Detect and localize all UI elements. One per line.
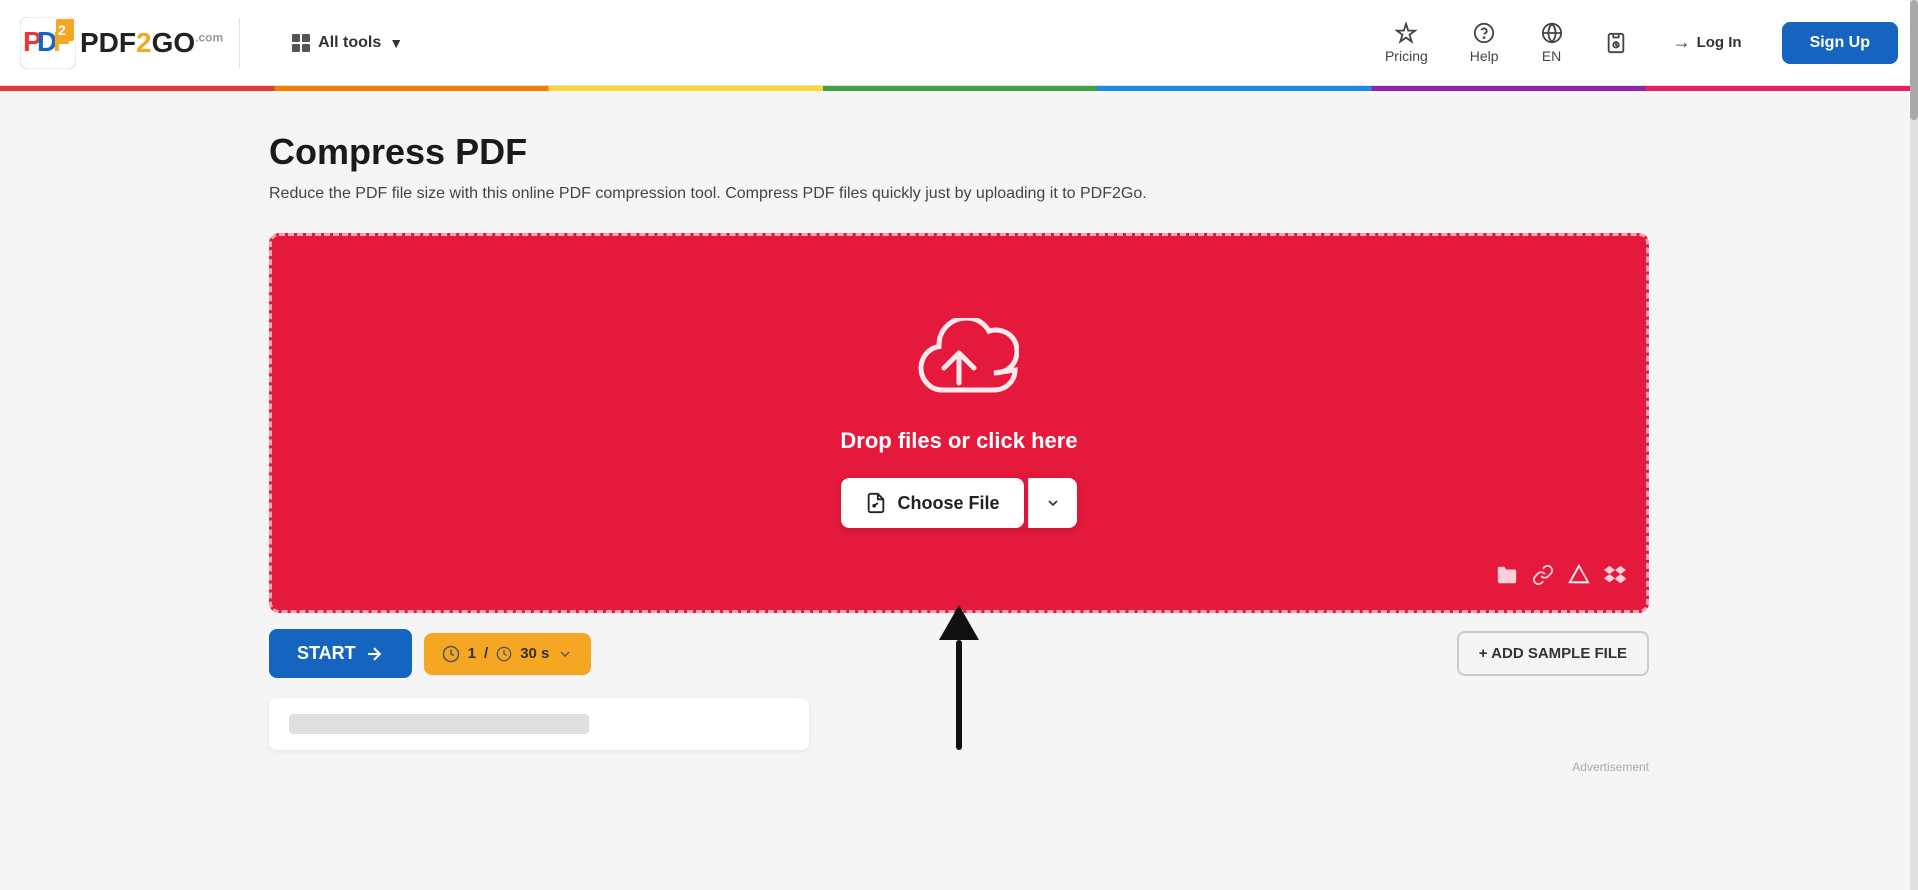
chevron-down-icon — [1045, 495, 1061, 511]
page-description: Reduce the PDF file size with this onlin… — [269, 185, 1169, 203]
dropbox-icon[interactable] — [1604, 564, 1626, 592]
choose-file-container[interactable]: Choose File — [841, 478, 1076, 528]
clock-icon — [496, 646, 512, 662]
pricing-icon — [1395, 22, 1417, 44]
help-nav[interactable]: Help — [1454, 14, 1515, 72]
scrollbar[interactable] — [1910, 0, 1918, 890]
start-label: START — [297, 643, 356, 664]
pages-count: 1 — [468, 645, 476, 662]
history-nav[interactable] — [1589, 24, 1643, 62]
folder-svg — [1496, 564, 1518, 586]
header-right: Pricing Help EN — [1369, 14, 1898, 72]
dropdown-icon — [557, 646, 573, 662]
drop-zone[interactable]: Drop files or click here Choose File — [269, 233, 1649, 613]
dropbox-svg — [1604, 564, 1626, 586]
link-icon[interactable] — [1532, 564, 1554, 592]
scrollbar-thumb[interactable] — [1910, 0, 1918, 120]
bottom-bar: START 1 / 30 s — [269, 629, 1649, 678]
log-in-label: Log In — [1697, 34, 1742, 51]
pricing-label: Pricing — [1385, 48, 1428, 64]
log-in-button[interactable]: → Log In — [1653, 22, 1762, 63]
sign-up-button[interactable]: Sign Up — [1782, 22, 1898, 64]
lower-content-placeholder — [289, 714, 589, 734]
logo[interactable]: P D F 2 PDF2GO.com — [20, 17, 223, 69]
header-divider — [239, 18, 240, 68]
link-svg — [1532, 564, 1554, 586]
separator: / — [484, 645, 488, 662]
page-title: Compress PDF — [269, 131, 1649, 173]
time-estimate: 30 s — [520, 645, 549, 662]
all-tools-button[interactable]: All tools ▼ — [276, 26, 419, 60]
logo-area: P D F 2 PDF2GO.com — [20, 17, 223, 69]
coin-icon — [442, 645, 460, 663]
advertisement-label: Advertisement — [269, 760, 1649, 774]
logo-icon: P D F 2 — [20, 17, 76, 69]
drop-files-text: Drop files or click here — [840, 428, 1077, 454]
choose-file-dropdown-button[interactable] — [1028, 478, 1077, 528]
arrow-right-icon — [364, 644, 384, 664]
start-button[interactable]: START — [269, 629, 412, 678]
cloud-upload-icon — [899, 318, 1019, 408]
file-icon — [865, 492, 887, 514]
choose-file-button[interactable]: Choose File — [841, 478, 1023, 528]
svg-text:2: 2 — [58, 22, 66, 38]
clipboard-icon — [1605, 32, 1627, 54]
login-arrow-icon: → — [1673, 32, 1691, 53]
language-nav[interactable]: EN — [1525, 14, 1579, 72]
drop-zone-icons — [1496, 564, 1626, 592]
drive-svg — [1568, 564, 1590, 586]
logo-text: PDF2GO.com — [80, 27, 223, 59]
globe-icon — [1541, 22, 1563, 44]
main-content: Compress PDF Reduce the PDF file size wi… — [189, 91, 1729, 794]
choose-file-label: Choose File — [897, 493, 999, 514]
help-icon — [1473, 22, 1495, 44]
lower-section — [269, 698, 809, 750]
language-label: EN — [1542, 48, 1561, 64]
sign-up-label: Sign Up — [1810, 34, 1870, 51]
grid-icon — [292, 34, 310, 52]
google-drive-icon[interactable] — [1568, 564, 1590, 592]
bottom-left: START 1 / 30 s — [269, 629, 591, 678]
pricing-nav[interactable]: Pricing — [1369, 14, 1444, 72]
header: P D F 2 PDF2GO.com All tools ▼ Pri — [0, 0, 1918, 86]
folder-icon[interactable] — [1496, 564, 1518, 592]
chevron-down-icon: ▼ — [389, 35, 403, 51]
help-label: Help — [1470, 48, 1499, 64]
add-sample-label: + ADD SAMPLE FILE — [1479, 645, 1627, 662]
all-tools-label: All tools — [318, 34, 381, 52]
add-sample-file-button[interactable]: + ADD SAMPLE FILE — [1457, 631, 1649, 676]
info-badge[interactable]: 1 / 30 s — [424, 633, 592, 675]
